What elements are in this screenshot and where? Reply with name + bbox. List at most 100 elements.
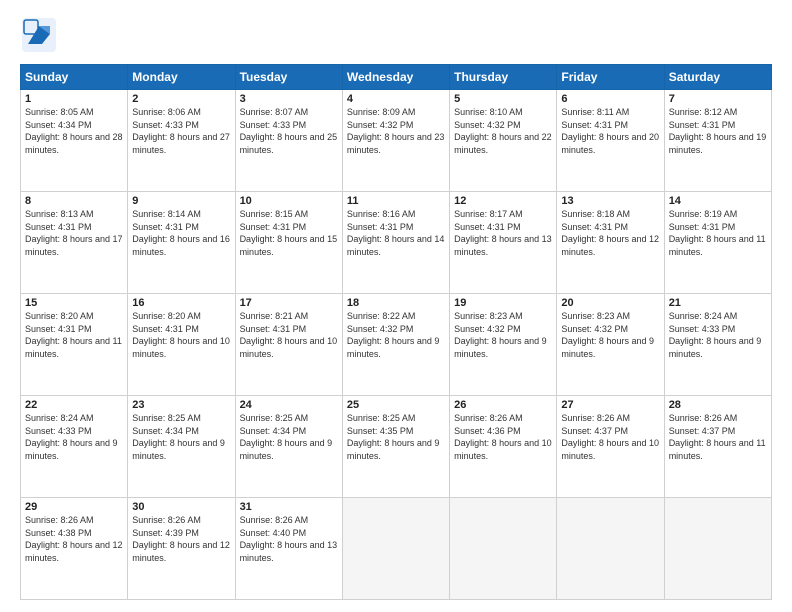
calendar-header-row: SundayMondayTuesdayWednesdayThursdayFrid…	[21, 65, 772, 90]
calendar-day-cell: 26Sunrise: 8:26 AMSunset: 4:36 PMDayligh…	[450, 396, 557, 498]
calendar-day-cell: 9Sunrise: 8:14 AMSunset: 4:31 PMDaylight…	[128, 192, 235, 294]
calendar-day-cell: 6Sunrise: 8:11 AMSunset: 4:31 PMDaylight…	[557, 90, 664, 192]
calendar-day-cell: 25Sunrise: 8:25 AMSunset: 4:35 PMDayligh…	[342, 396, 449, 498]
day-info: Sunrise: 8:21 AMSunset: 4:31 PMDaylight:…	[240, 310, 338, 360]
calendar-day-header: Tuesday	[235, 65, 342, 90]
calendar-table: SundayMondayTuesdayWednesdayThursdayFrid…	[20, 64, 772, 600]
calendar-day-cell: 2Sunrise: 8:06 AMSunset: 4:33 PMDaylight…	[128, 90, 235, 192]
day-number: 10	[240, 195, 338, 207]
day-number: 31	[240, 501, 338, 513]
calendar-week-row: 15Sunrise: 8:20 AMSunset: 4:31 PMDayligh…	[21, 294, 772, 396]
day-number: 20	[561, 297, 659, 309]
day-info: Sunrise: 8:20 AMSunset: 4:31 PMDaylight:…	[132, 310, 230, 360]
day-number: 15	[25, 297, 123, 309]
day-info: Sunrise: 8:26 AMSunset: 4:39 PMDaylight:…	[132, 514, 230, 564]
calendar-day-cell: 15Sunrise: 8:20 AMSunset: 4:31 PMDayligh…	[21, 294, 128, 396]
day-info: Sunrise: 8:26 AMSunset: 4:38 PMDaylight:…	[25, 514, 123, 564]
calendar-day-header: Wednesday	[342, 65, 449, 90]
day-info: Sunrise: 8:12 AMSunset: 4:31 PMDaylight:…	[669, 106, 767, 156]
calendar-day-cell: 8Sunrise: 8:13 AMSunset: 4:31 PMDaylight…	[21, 192, 128, 294]
day-number: 5	[454, 93, 552, 105]
day-number: 18	[347, 297, 445, 309]
day-number: 23	[132, 399, 230, 411]
day-info: Sunrise: 8:23 AMSunset: 4:32 PMDaylight:…	[561, 310, 659, 360]
calendar-week-row: 8Sunrise: 8:13 AMSunset: 4:31 PMDaylight…	[21, 192, 772, 294]
day-info: Sunrise: 8:24 AMSunset: 4:33 PMDaylight:…	[669, 310, 767, 360]
calendar-week-row: 1Sunrise: 8:05 AMSunset: 4:34 PMDaylight…	[21, 90, 772, 192]
day-info: Sunrise: 8:14 AMSunset: 4:31 PMDaylight:…	[132, 208, 230, 258]
day-number: 14	[669, 195, 767, 207]
day-info: Sunrise: 8:26 AMSunset: 4:40 PMDaylight:…	[240, 514, 338, 564]
calendar-day-cell: 31Sunrise: 8:26 AMSunset: 4:40 PMDayligh…	[235, 498, 342, 600]
day-number: 21	[669, 297, 767, 309]
day-number: 24	[240, 399, 338, 411]
day-info: Sunrise: 8:17 AMSunset: 4:31 PMDaylight:…	[454, 208, 552, 258]
calendar-day-cell: 13Sunrise: 8:18 AMSunset: 4:31 PMDayligh…	[557, 192, 664, 294]
day-info: Sunrise: 8:09 AMSunset: 4:32 PMDaylight:…	[347, 106, 445, 156]
calendar-day-cell: 10Sunrise: 8:15 AMSunset: 4:31 PMDayligh…	[235, 192, 342, 294]
day-info: Sunrise: 8:26 AMSunset: 4:37 PMDaylight:…	[669, 412, 767, 462]
day-number: 11	[347, 195, 445, 207]
day-info: Sunrise: 8:06 AMSunset: 4:33 PMDaylight:…	[132, 106, 230, 156]
calendar-day-cell: 5Sunrise: 8:10 AMSunset: 4:32 PMDaylight…	[450, 90, 557, 192]
calendar-day-cell	[450, 498, 557, 600]
page: SundayMondayTuesdayWednesdayThursdayFrid…	[0, 0, 792, 612]
day-number: 13	[561, 195, 659, 207]
day-number: 26	[454, 399, 552, 411]
day-info: Sunrise: 8:20 AMSunset: 4:31 PMDaylight:…	[25, 310, 123, 360]
calendar-week-row: 29Sunrise: 8:26 AMSunset: 4:38 PMDayligh…	[21, 498, 772, 600]
day-number: 4	[347, 93, 445, 105]
calendar-day-cell: 11Sunrise: 8:16 AMSunset: 4:31 PMDayligh…	[342, 192, 449, 294]
calendar-day-cell: 12Sunrise: 8:17 AMSunset: 4:31 PMDayligh…	[450, 192, 557, 294]
day-info: Sunrise: 8:10 AMSunset: 4:32 PMDaylight:…	[454, 106, 552, 156]
calendar-day-cell	[557, 498, 664, 600]
day-number: 3	[240, 93, 338, 105]
calendar-day-cell: 4Sunrise: 8:09 AMSunset: 4:32 PMDaylight…	[342, 90, 449, 192]
calendar-day-header: Friday	[557, 65, 664, 90]
day-number: 1	[25, 93, 123, 105]
calendar-day-cell: 7Sunrise: 8:12 AMSunset: 4:31 PMDaylight…	[664, 90, 771, 192]
day-info: Sunrise: 8:15 AMSunset: 4:31 PMDaylight:…	[240, 208, 338, 258]
day-number: 28	[669, 399, 767, 411]
calendar-day-cell: 20Sunrise: 8:23 AMSunset: 4:32 PMDayligh…	[557, 294, 664, 396]
day-info: Sunrise: 8:19 AMSunset: 4:31 PMDaylight:…	[669, 208, 767, 258]
day-info: Sunrise: 8:22 AMSunset: 4:32 PMDaylight:…	[347, 310, 445, 360]
day-number: 2	[132, 93, 230, 105]
day-info: Sunrise: 8:23 AMSunset: 4:32 PMDaylight:…	[454, 310, 552, 360]
calendar-day-cell	[664, 498, 771, 600]
day-number: 25	[347, 399, 445, 411]
header	[20, 16, 772, 54]
calendar-day-cell: 21Sunrise: 8:24 AMSunset: 4:33 PMDayligh…	[664, 294, 771, 396]
day-number: 27	[561, 399, 659, 411]
day-number: 22	[25, 399, 123, 411]
day-info: Sunrise: 8:05 AMSunset: 4:34 PMDaylight:…	[25, 106, 123, 156]
day-info: Sunrise: 8:07 AMSunset: 4:33 PMDaylight:…	[240, 106, 338, 156]
day-number: 12	[454, 195, 552, 207]
day-number: 29	[25, 501, 123, 513]
calendar-day-cell: 1Sunrise: 8:05 AMSunset: 4:34 PMDaylight…	[21, 90, 128, 192]
day-info: Sunrise: 8:11 AMSunset: 4:31 PMDaylight:…	[561, 106, 659, 156]
calendar-day-cell: 27Sunrise: 8:26 AMSunset: 4:37 PMDayligh…	[557, 396, 664, 498]
calendar-day-cell: 28Sunrise: 8:26 AMSunset: 4:37 PMDayligh…	[664, 396, 771, 498]
calendar-day-cell: 17Sunrise: 8:21 AMSunset: 4:31 PMDayligh…	[235, 294, 342, 396]
day-number: 6	[561, 93, 659, 105]
day-number: 30	[132, 501, 230, 513]
logo	[20, 16, 62, 54]
calendar-day-cell: 16Sunrise: 8:20 AMSunset: 4:31 PMDayligh…	[128, 294, 235, 396]
day-info: Sunrise: 8:16 AMSunset: 4:31 PMDaylight:…	[347, 208, 445, 258]
day-number: 9	[132, 195, 230, 207]
calendar-day-cell: 3Sunrise: 8:07 AMSunset: 4:33 PMDaylight…	[235, 90, 342, 192]
day-info: Sunrise: 8:25 AMSunset: 4:35 PMDaylight:…	[347, 412, 445, 462]
day-info: Sunrise: 8:26 AMSunset: 4:37 PMDaylight:…	[561, 412, 659, 462]
calendar-day-cell: 19Sunrise: 8:23 AMSunset: 4:32 PMDayligh…	[450, 294, 557, 396]
calendar-day-cell: 14Sunrise: 8:19 AMSunset: 4:31 PMDayligh…	[664, 192, 771, 294]
day-info: Sunrise: 8:25 AMSunset: 4:34 PMDaylight:…	[132, 412, 230, 462]
day-number: 7	[669, 93, 767, 105]
calendar-day-header: Sunday	[21, 65, 128, 90]
day-number: 16	[132, 297, 230, 309]
day-number: 8	[25, 195, 123, 207]
day-info: Sunrise: 8:24 AMSunset: 4:33 PMDaylight:…	[25, 412, 123, 462]
calendar-day-cell: 24Sunrise: 8:25 AMSunset: 4:34 PMDayligh…	[235, 396, 342, 498]
calendar-day-cell: 18Sunrise: 8:22 AMSunset: 4:32 PMDayligh…	[342, 294, 449, 396]
calendar-day-header: Saturday	[664, 65, 771, 90]
